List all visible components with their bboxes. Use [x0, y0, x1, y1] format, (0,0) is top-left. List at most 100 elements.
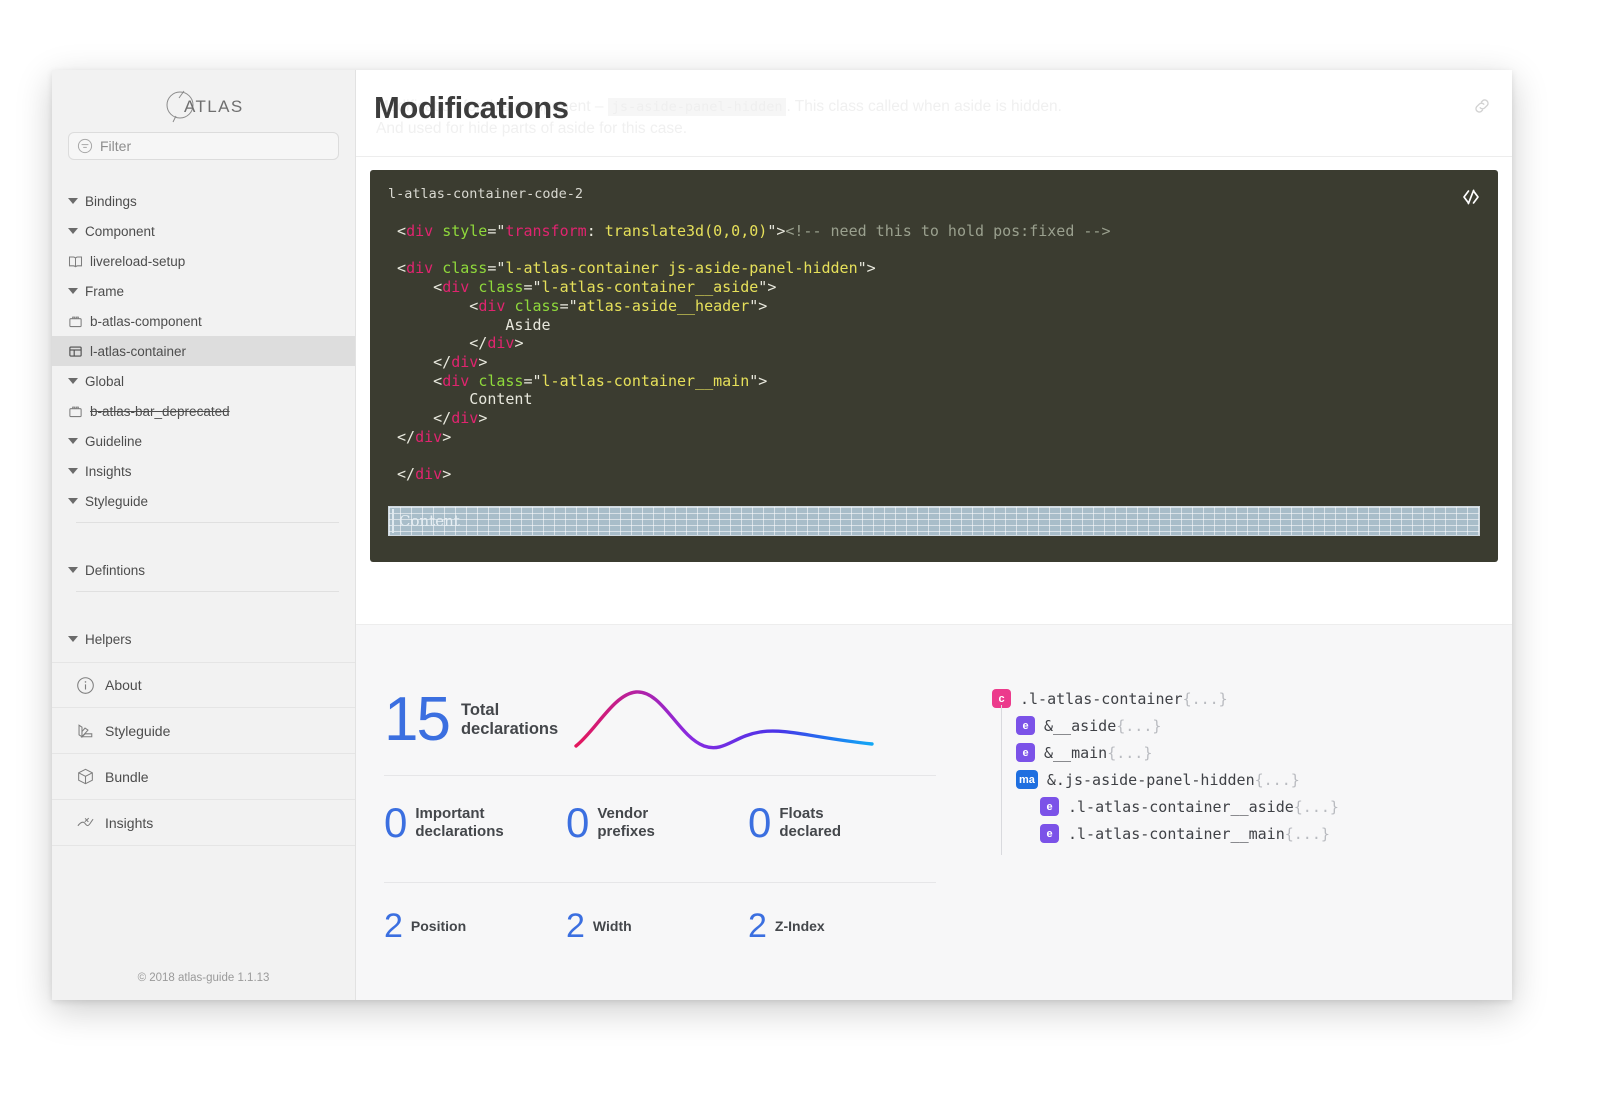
stat-label: Width	[593, 917, 632, 935]
chevron-down-icon	[68, 288, 78, 294]
helper-item-about[interactable]: About	[52, 662, 355, 708]
helper-item-insights[interactable]: Insights	[52, 800, 355, 846]
book-icon	[68, 255, 83, 267]
sidebar-item-l-atlas-container[interactable]: l-atlas-container	[52, 336, 355, 366]
rule-type-badge: ma	[1016, 770, 1038, 789]
link-icon[interactable]	[1472, 96, 1492, 121]
screenshot-root: ATLAS Filter Bindings Component livereload…	[0, 0, 1600, 1100]
rule-type-badge: e	[1016, 716, 1035, 735]
rule-type-badge: e	[1040, 824, 1059, 843]
stat-value: 0	[566, 799, 589, 846]
sidebar-item-component[interactable]: Component	[52, 216, 355, 246]
rule-type-badge: e	[1040, 797, 1059, 816]
sidebar-item-label: Helpers	[85, 631, 132, 647]
css-rule-row[interactable]: e .l-atlas-container__main {...}	[992, 820, 1488, 847]
stat-important: 0 Important declarations	[384, 802, 566, 844]
sidebar-item-label: Insights	[85, 463, 132, 479]
stat-position: 2 Position	[384, 909, 566, 943]
sidebar-item-label: Frame	[85, 283, 125, 299]
chevron-down-icon	[68, 438, 78, 444]
css-tree: c .l-atlas-container {...} e &__aside {...}…	[992, 685, 1488, 855]
sidebar-item-guideline[interactable]: Guideline	[52, 426, 355, 456]
stat-z-index: 2 Z-Index	[748, 909, 930, 943]
helper-item-bundle[interactable]: Bundle	[52, 754, 355, 800]
sparkline-svg	[574, 689, 874, 749]
stat-value: 2	[384, 907, 403, 945]
stat-value: 0	[748, 799, 771, 846]
sidebar-item-defintions[interactable]: Defintions	[52, 555, 355, 585]
helper-item-label: Bundle	[105, 768, 149, 785]
atlas-logo[interactable]: ATLAS	[52, 70, 355, 132]
sidebar-item-helpers[interactable]: Helpers	[52, 624, 355, 654]
sidebar-item-label: Bindings	[85, 193, 137, 209]
code-block[interactable]: <div style="transform: translate3d(0,0,0…	[388, 222, 1480, 484]
navigation-tree: Bindings Component livereload-setup Frame b-…	[52, 186, 355, 516]
sidebar-item-label: Global	[85, 373, 125, 389]
search-input[interactable]: Filter	[68, 132, 339, 160]
stat-value: 2	[566, 907, 585, 945]
sidebar-item-label: Guideline	[85, 433, 143, 449]
stat-label: Z-Index	[775, 917, 825, 935]
css-rule-row[interactable]: e &__aside {...}	[992, 712, 1488, 739]
stat-label-line1: Width	[592, 918, 632, 934]
sidebar-item-frame[interactable]: Frame	[52, 276, 355, 306]
desc-code: js-aside-panel-hidden	[607, 98, 787, 116]
chevron-down-icon	[68, 198, 78, 204]
page-title: Modifications	[374, 90, 569, 125]
css-rule-row[interactable]: c .l-atlas-container {...}	[992, 685, 1488, 712]
helpers-section: Helpers	[52, 624, 355, 654]
css-rule-row[interactable]: e &__main {...}	[992, 739, 1488, 766]
sidebar-item-bindings[interactable]: Bindings	[52, 186, 355, 216]
helper-item-styleguide[interactable]: Styleguide	[52, 708, 355, 754]
sidebar-item-label: l-atlas-container	[90, 343, 187, 359]
sparkline-chart	[574, 674, 940, 767]
helper-item-label: About	[105, 677, 142, 693]
helper-item-label: Styleguide	[105, 722, 171, 739]
stat-label-line2: declarations	[460, 720, 559, 738]
code-toggle-icon[interactable]	[1460, 186, 1482, 213]
css-braces: {...}	[1254, 770, 1300, 789]
stat-value: 15	[384, 685, 451, 754]
sidebar-item-insights[interactable]: Insights	[52, 456, 355, 486]
stats-row-secondary: 2 Position 2 Width 2 Z-Index	[380, 883, 940, 969]
block-icon	[69, 406, 82, 417]
chevron-down-icon	[68, 378, 78, 384]
sidebar-item-livereload-setup[interactable]: livereload-setup	[52, 246, 355, 276]
stat-label-line2: declared	[779, 823, 842, 840]
page-header: Modification for this component – js-asi…	[356, 70, 1512, 157]
stat-label-line1: Position	[410, 918, 467, 934]
stat-label: Position	[411, 917, 466, 935]
stat-label-line1: Floats	[779, 805, 824, 822]
css-rule-row[interactable]: e .l-atlas-container__aside {...}	[992, 793, 1488, 820]
ghost-text-top	[376, 70, 380, 86]
app-window: ATLAS Filter Bindings Component livereload…	[52, 70, 1512, 1000]
css-rule-row[interactable]: ma &.js-aside-panel-hidden {...}	[992, 766, 1488, 793]
block-icon	[69, 316, 82, 327]
sidebar-item-label: Component	[85, 223, 155, 239]
filter-icon	[77, 138, 93, 154]
stat-label-line1: Important	[415, 805, 485, 822]
chevron-down-icon	[68, 468, 78, 474]
stats-row-primary: 0 Important declarations 0 Vendor prefixes 0 Fl…	[380, 776, 940, 870]
preview-inner: Content	[392, 508, 1476, 533]
sidebar-item-b-atlas-bar-deprecated[interactable]: b-atlas-bar_deprecated	[52, 396, 355, 426]
stat-label: Floats declared	[779, 805, 841, 841]
stat-label-line1: Total	[460, 701, 500, 719]
chevron-down-icon	[68, 567, 78, 573]
sidebar-item-global[interactable]: Global	[52, 366, 355, 396]
filter-field-wrapper: Filter	[52, 132, 355, 160]
sidebar-item-label: livereload-setup	[90, 253, 186, 269]
stat-label: Important declarations	[415, 805, 503, 841]
stat-label-line1: Z-Index	[774, 918, 825, 934]
code-panel-wrapper: l-atlas-container-code-2 <div style="tra…	[356, 157, 1512, 562]
info-icon	[77, 676, 94, 694]
sidebar-item-styleguide[interactable]: Styleguide	[52, 486, 355, 516]
css-braces: {...}	[1182, 689, 1228, 708]
component-preview[interactable]: Content	[388, 505, 1480, 536]
stat-label-line2: declarations	[415, 823, 504, 840]
stat-label: Vendor prefixes	[597, 805, 655, 841]
css-selector: &__aside	[1044, 716, 1117, 735]
sidebar-item-b-atlas-component[interactable]: b-atlas-component	[52, 306, 355, 336]
css-braces: {...}	[1107, 743, 1153, 762]
sidebar-item-label: b-atlas-component	[90, 313, 202, 329]
